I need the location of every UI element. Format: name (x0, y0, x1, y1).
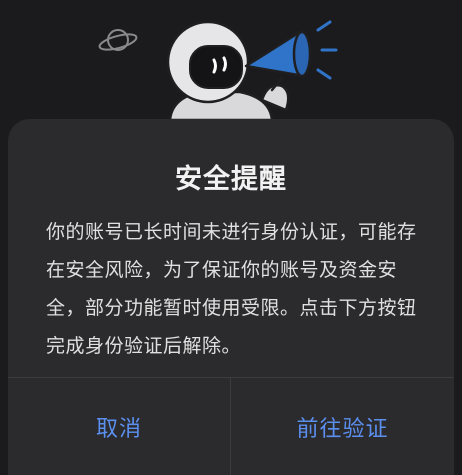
screen: 安全提醒 你的账号已长时间未进行身份认证，可能存在安全风险，为了保证你的账号及资… (0, 0, 462, 475)
go-verify-button[interactable]: 前往验证 (231, 378, 454, 475)
megaphone-icon (244, 20, 338, 80)
dialog-title: 安全提醒 (175, 164, 287, 195)
planet-icon (98, 29, 138, 51)
cancel-button[interactable]: 取消 (8, 378, 230, 475)
dialog-message: 你的账号已长时间未进行身份认证，可能存在安全风险，为了保证你的账号及资金安全，部… (46, 221, 417, 357)
security-alert-dialog: 安全提醒 你的账号已长时间未进行身份认证，可能存在安全风险，为了保证你的账号及资… (8, 119, 454, 475)
